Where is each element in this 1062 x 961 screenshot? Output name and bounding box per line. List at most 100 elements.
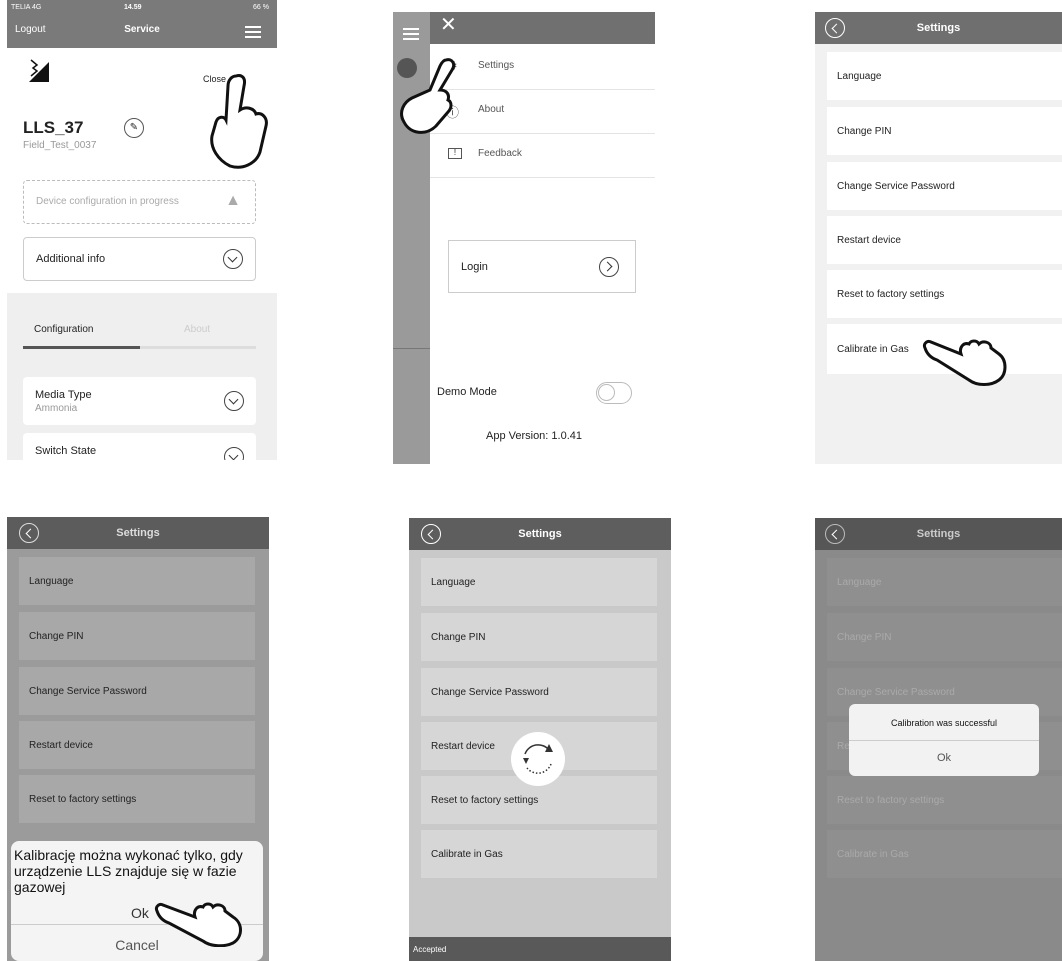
screen-calibration-success: Settings Language Change PIN Change Serv… xyxy=(815,518,1062,961)
settings-item-language[interactable]: Language xyxy=(421,558,657,606)
chevron-down-icon[interactable] xyxy=(224,391,244,411)
settings-item-label: Change PIN xyxy=(837,631,892,643)
dialog-message: Calibration was successful xyxy=(890,718,998,728)
toggle-knob xyxy=(598,384,615,401)
screen-service: TELIA 4G 14.59 66 % Logout Service Close… xyxy=(7,0,277,460)
config-banner-text: Device configuration in progress xyxy=(36,196,179,207)
page-title: Settings xyxy=(116,527,160,539)
settings-item-label: Change PIN xyxy=(431,631,486,643)
settings-header: Settings xyxy=(409,518,671,550)
menu-item-settings[interactable]: ⚙ Settings xyxy=(430,46,655,90)
settings-item-language[interactable]: Language xyxy=(827,558,1062,606)
login-button[interactable]: Login xyxy=(448,240,636,293)
settings-item-reset-factory[interactable]: Reset to factory settings xyxy=(827,270,1062,318)
config-banner: Device configuration in progress ▲ xyxy=(23,180,256,224)
additional-info-label: Additional info xyxy=(36,253,106,265)
settings-item-language[interactable]: Language xyxy=(19,557,255,605)
settings-item-change-service-password[interactable]: Change Service Password xyxy=(19,667,255,715)
close-icon[interactable]: ✕ xyxy=(440,12,457,37)
media-type-label: Media Type xyxy=(35,389,92,401)
edit-name-icon[interactable]: ✎ xyxy=(124,118,144,138)
settings-item-reset-factory[interactable]: Reset to factory settings xyxy=(19,775,255,823)
chevron-down-icon[interactable] xyxy=(224,447,244,460)
feedback-icon: ! xyxy=(448,148,462,159)
pointing-hand-icon xyxy=(155,902,242,947)
settings-item-calibrate-gas[interactable]: Calibrate in Gas xyxy=(421,830,657,878)
menu-item-label: Feedback xyxy=(478,148,522,159)
toast-bar: Accepted xyxy=(409,937,671,961)
chevron-down-icon[interactable] xyxy=(223,249,243,269)
pointing-hand-icon xyxy=(400,58,456,134)
demo-mode-toggle[interactable] xyxy=(596,382,632,404)
tab-about[interactable]: About xyxy=(184,324,210,335)
settings-item-label: Reset to factory settings xyxy=(29,793,137,805)
time-text: 14.59 xyxy=(124,4,142,11)
bluetooth-signal-icon xyxy=(29,59,49,82)
tab-configuration[interactable]: Configuration xyxy=(34,324,93,335)
settings-item-reset-factory[interactable]: Reset to factory settings xyxy=(827,776,1062,824)
settings-item-label: Change Service Password xyxy=(837,180,955,192)
service-header: TELIA 4G 14.59 66 % Logout Service xyxy=(7,0,277,48)
settings-item-change-service-password[interactable]: Change Service Password xyxy=(421,668,657,716)
settings-item-label: Restart device xyxy=(837,234,901,246)
additional-info-row[interactable]: Additional info xyxy=(23,237,256,281)
settings-item-label: Language xyxy=(431,576,476,588)
settings-item-change-pin[interactable]: Change PIN xyxy=(421,613,657,661)
media-type-row[interactable]: Media Type Ammonia xyxy=(23,377,256,425)
switch-state-row[interactable]: Switch State xyxy=(23,433,256,460)
settings-item-label: Reset to factory settings xyxy=(837,288,945,300)
tab-indicator xyxy=(23,346,140,349)
settings-item-label: Reset to factory settings xyxy=(431,794,539,806)
warning-icon: ▲ xyxy=(225,192,241,209)
menu-item-label: About xyxy=(478,104,505,115)
settings-item-change-pin[interactable]: Change PIN xyxy=(827,107,1062,155)
page-title: Settings xyxy=(916,22,961,34)
menu-icon[interactable] xyxy=(245,26,261,38)
settings-item-calibrate-gas[interactable]: Calibrate in Gas xyxy=(827,830,1062,878)
device-serial: Field_Test_0037 xyxy=(23,140,97,151)
dialog-divider xyxy=(849,740,1039,741)
media-type-value: Ammonia xyxy=(35,403,78,414)
dialog-message: Kalibrację można wykonać tylko, gdy urzą… xyxy=(14,847,243,895)
settings-item-label: Language xyxy=(29,575,74,587)
settings-item-restart-device[interactable]: Restart device xyxy=(827,216,1062,264)
battery-text: 66 % xyxy=(253,4,269,11)
settings-item-label: Calibrate in Gas xyxy=(837,343,909,355)
menu-icon[interactable] xyxy=(403,28,419,40)
ok-button[interactable]: Ok xyxy=(131,905,149,921)
settings-item-restart-device[interactable]: Restart device xyxy=(19,721,255,769)
chevron-right-icon xyxy=(599,257,619,277)
settings-header: Settings xyxy=(7,517,269,549)
menu-header: ✕ xyxy=(430,12,655,44)
login-label: Login xyxy=(461,261,488,273)
page-title: Settings xyxy=(518,528,562,540)
screen-settings: Settings Language Change PIN Change Serv… xyxy=(815,12,1062,464)
settings-item-label: Change PIN xyxy=(29,630,84,642)
switch-state-label: Switch State xyxy=(35,445,97,457)
settings-header: Settings xyxy=(815,518,1062,550)
menu-item-about[interactable]: ⓘ About xyxy=(430,90,655,134)
settings-header: Settings xyxy=(815,12,1062,44)
settings-item-change-service-password[interactable]: Change Service Password xyxy=(827,162,1062,210)
device-name: LLS_37 xyxy=(23,118,84,137)
loading-spinner xyxy=(511,732,565,786)
carrier-text: TELIA 4G xyxy=(11,4,42,11)
settings-item-change-pin[interactable]: Change PIN xyxy=(19,612,255,660)
refresh-icon xyxy=(523,744,553,774)
settings-item-change-pin[interactable]: Change PIN xyxy=(827,613,1062,661)
page-title: Service xyxy=(124,24,160,35)
menu-item-feedback[interactable]: ! Feedback xyxy=(430,134,655,178)
settings-item-label: Language xyxy=(837,70,882,82)
ok-button[interactable]: Ok xyxy=(849,752,1039,764)
screen-side-menu: ✕ ⚙ Settings ⓘ About ! Feedback Login De… xyxy=(393,12,655,464)
demo-mode-label: Demo Mode xyxy=(437,386,497,398)
screen-settings-confirm: Settings Language Change PIN Change Serv… xyxy=(7,517,269,961)
settings-item-label: Restart device xyxy=(431,740,495,752)
settings-item-label: Change Service Password xyxy=(29,685,147,697)
menu-item-label: Settings xyxy=(478,60,515,71)
settings-item-language[interactable]: Language xyxy=(827,52,1062,100)
settings-item-label: Restart device xyxy=(29,739,93,751)
divider xyxy=(393,348,430,349)
pointing-hand-icon xyxy=(210,74,268,169)
success-dialog: Calibration was successful Ok xyxy=(849,704,1039,776)
